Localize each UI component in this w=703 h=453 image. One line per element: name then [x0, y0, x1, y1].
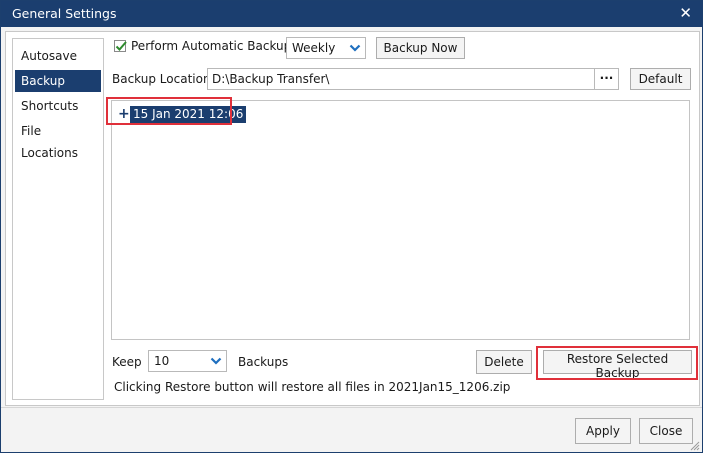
sidebar-item-file-locations[interactable]: File Locations	[15, 120, 101, 160]
keep-select[interactable]: 10	[148, 350, 227, 372]
chevron-down-icon	[210, 357, 222, 365]
resize-grip-icon[interactable]	[690, 441, 700, 451]
backup-location-label: Backup Location	[112, 72, 211, 86]
tree-item-label: 15 Jan 2021 12:06	[130, 106, 247, 123]
restore-selected-backup-button[interactable]: Restore Selected Backup	[543, 350, 692, 380]
auto-backup-checkbox[interactable]	[114, 40, 127, 52]
expand-icon[interactable]: +	[118, 105, 130, 123]
apply-button[interactable]: Apply	[575, 418, 631, 444]
sidebar-item-backup[interactable]: Backup	[15, 70, 101, 92]
close-button[interactable]: Close	[639, 418, 693, 444]
title-bar: General Settings ✕	[1, 1, 702, 27]
tree-item-backup[interactable]: + 15 Jan 2021 12:06	[116, 105, 247, 125]
backups-label: Backups	[238, 355, 289, 369]
restore-info-text: Clicking Restore button will restore all…	[114, 380, 511, 394]
general-settings-dialog: General Settings ✕ Autosave Backup Short…	[0, 0, 703, 453]
settings-content: Autosave Backup Shortcuts File Locations…	[5, 31, 700, 406]
dialog-title: General Settings	[12, 6, 117, 21]
backup-tree[interactable]: + 15 Jan 2021 12:06	[111, 100, 690, 340]
checkmark-icon	[115, 41, 127, 51]
keep-value: 10	[154, 354, 170, 368]
sidebar-item-shortcuts[interactable]: Shortcuts	[15, 95, 101, 117]
frequency-value: Weekly	[292, 41, 336, 55]
backup-now-button[interactable]: Backup Now	[376, 37, 465, 59]
backup-location-input[interactable]: D:\Backup Transfer\	[207, 68, 595, 90]
frequency-select[interactable]: Weekly	[286, 37, 366, 59]
delete-button[interactable]: Delete	[476, 350, 532, 374]
dialog-footer: Apply Close	[1, 407, 702, 452]
sidebar-item-autosave[interactable]: Autosave	[15, 45, 101, 67]
chevron-down-icon	[349, 44, 361, 52]
keep-label: Keep	[112, 355, 142, 369]
default-button[interactable]: Default	[630, 68, 691, 90]
auto-backup-label: Perform Automatic Backups	[131, 39, 298, 53]
browse-button[interactable]: ···	[595, 68, 619, 90]
settings-sidebar: Autosave Backup Shortcuts File Locations	[12, 38, 104, 400]
close-icon[interactable]: ✕	[679, 4, 692, 22]
